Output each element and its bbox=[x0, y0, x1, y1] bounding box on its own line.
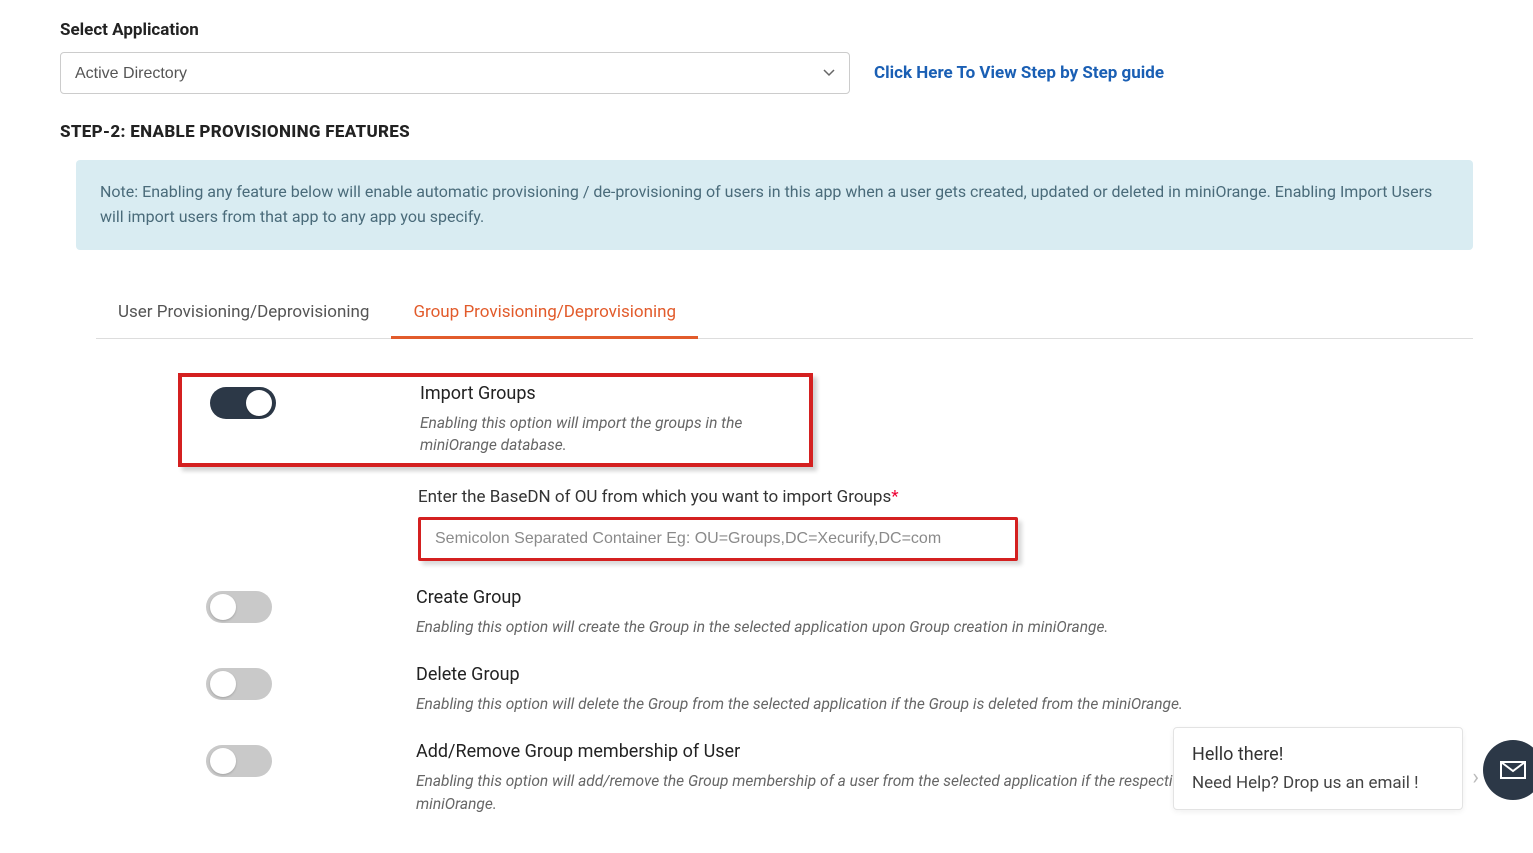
step-by-step-guide-link[interactable]: Click Here To View Step by Step guide bbox=[874, 63, 1164, 83]
delete-group-desc: Enabling this option will delete the Gro… bbox=[416, 693, 1473, 715]
tab-group-provisioning[interactable]: Group Provisioning/Deprovisioning bbox=[391, 290, 698, 339]
provisioning-tabs: User Provisioning/Deprovisioning Group P… bbox=[96, 290, 1473, 339]
step-heading: STEP-2: ENABLE PROVISIONING FEATURES bbox=[60, 122, 1473, 142]
chat-popup: Hello there! Need Help? Drop us an email… bbox=[1173, 727, 1463, 810]
chat-greeting: Hello there! bbox=[1192, 744, 1444, 765]
delete-group-row: Delete Group Enabling this option will d… bbox=[206, 656, 1473, 733]
create-group-title: Create Group bbox=[416, 587, 1473, 608]
select-application-label: Select Application bbox=[60, 20, 1473, 40]
basedn-label: Enter the BaseDN of OU from which you wa… bbox=[418, 487, 1473, 507]
import-groups-toggle[interactable] bbox=[210, 387, 276, 419]
member-group-toggle[interactable] bbox=[206, 745, 272, 777]
import-groups-row: Import Groups Enabling this option will … bbox=[178, 373, 813, 467]
delete-group-title: Delete Group bbox=[416, 664, 1473, 685]
chat-arrow-icon: › bbox=[1472, 765, 1479, 790]
import-groups-title: Import Groups bbox=[420, 383, 799, 404]
mail-icon bbox=[1499, 760, 1527, 780]
chat-help-text: Need Help? Drop us an email ! bbox=[1192, 773, 1444, 793]
create-group-row: Create Group Enabling this option will c… bbox=[206, 579, 1473, 656]
application-select[interactable]: Active Directory bbox=[60, 52, 850, 94]
provisioning-note: Note: Enabling any feature below will en… bbox=[76, 160, 1473, 250]
delete-group-toggle[interactable] bbox=[206, 668, 272, 700]
import-groups-desc: Enabling this option will import the gro… bbox=[420, 412, 799, 457]
create-group-toggle[interactable] bbox=[206, 591, 272, 623]
tab-user-provisioning[interactable]: User Provisioning/Deprovisioning bbox=[96, 290, 391, 339]
basedn-input[interactable] bbox=[418, 517, 1018, 561]
chat-button[interactable] bbox=[1483, 740, 1533, 800]
create-group-desc: Enabling this option will create the Gro… bbox=[416, 616, 1473, 638]
